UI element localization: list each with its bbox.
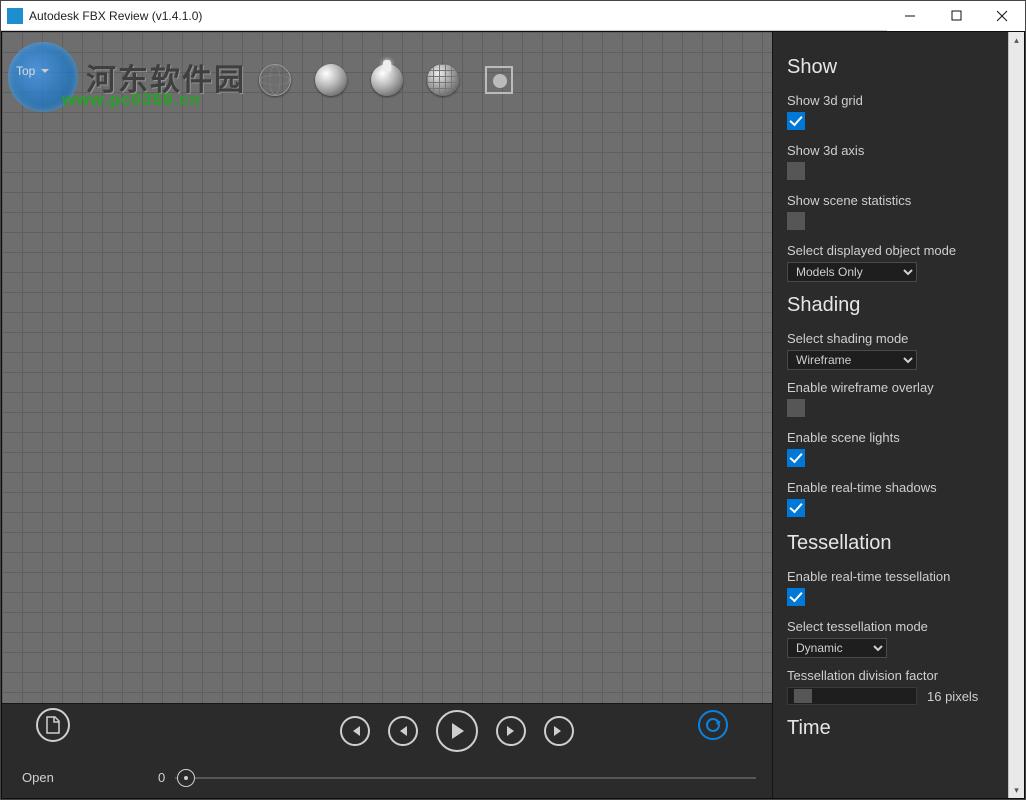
client-area: 河东软件园 www.pc0359.cn Top bbox=[1, 31, 1025, 799]
realtime-shadows-label: Enable real-time shadows bbox=[787, 480, 994, 495]
titlebar[interactable]: Autodesk FBX Review (v1.4.1.0) bbox=[1, 1, 1025, 31]
enable-tessellation-label: Enable real-time tessellation bbox=[787, 569, 994, 584]
bottom-bar: Open 0 bbox=[2, 703, 772, 798]
section-title-tessellation: Tessellation bbox=[787, 532, 994, 555]
slider-thumb[interactable] bbox=[794, 689, 812, 703]
show-scene-stats-checkbox[interactable] bbox=[787, 212, 805, 230]
show-scene-stats-label: Show scene statistics bbox=[787, 193, 994, 208]
textured-sphere-icon bbox=[427, 64, 459, 96]
shaded-mode-button[interactable] bbox=[313, 62, 349, 98]
transport-controls bbox=[2, 704, 772, 757]
shaded-sphere-icon bbox=[315, 64, 347, 96]
tessellation-factor-label: Tessellation division factor bbox=[787, 668, 994, 683]
minimize-button[interactable] bbox=[887, 1, 933, 31]
textured-mode-button[interactable] bbox=[425, 62, 461, 98]
window-title: Autodesk FBX Review (v1.4.1.0) bbox=[29, 9, 887, 23]
tessellation-factor-value: 16 pixels bbox=[927, 689, 978, 704]
show-3d-grid-label: Show 3d grid bbox=[787, 93, 994, 108]
wireframe-sphere-icon bbox=[259, 64, 291, 96]
tessellation-mode-label: Select tessellation mode bbox=[787, 619, 994, 634]
tessellation-mode-select[interactable]: Dynamic bbox=[787, 638, 887, 658]
timeline-playhead[interactable] bbox=[177, 769, 195, 787]
show-3d-axis-label: Show 3d axis bbox=[787, 143, 994, 158]
viewport-3d[interactable]: 河东软件园 www.pc0359.cn Top bbox=[2, 32, 772, 703]
next-frame-button[interactable] bbox=[496, 716, 526, 746]
scene-lights-label: Enable scene lights bbox=[787, 430, 994, 445]
loop-button[interactable] bbox=[698, 710, 728, 740]
focus-button[interactable] bbox=[481, 62, 517, 98]
scroll-up-icon[interactable]: ▴ bbox=[1009, 32, 1025, 48]
file-icon bbox=[45, 716, 61, 734]
maximize-button[interactable] bbox=[933, 1, 979, 31]
show-3d-axis-checkbox[interactable] bbox=[787, 162, 805, 180]
last-frame-button[interactable] bbox=[544, 716, 574, 746]
lit-sphere-icon bbox=[371, 64, 403, 96]
tessellation-factor-slider[interactable] bbox=[787, 687, 917, 705]
scroll-down-icon[interactable]: ▾ bbox=[1009, 782, 1025, 798]
section-title-shading: Shading bbox=[787, 294, 994, 317]
focus-icon bbox=[485, 66, 513, 94]
prev-frame-button[interactable] bbox=[388, 716, 418, 746]
show-3d-grid-checkbox[interactable] bbox=[787, 112, 805, 130]
app-icon bbox=[7, 8, 23, 24]
lit-mode-button[interactable] bbox=[369, 62, 405, 98]
open-file-button[interactable] bbox=[36, 708, 70, 742]
object-mode-select[interactable]: Models Only bbox=[787, 262, 917, 282]
wireframe-overlay-checkbox[interactable] bbox=[787, 399, 805, 417]
shading-mode-select[interactable]: Wireframe bbox=[787, 350, 917, 370]
first-frame-button[interactable] bbox=[340, 716, 370, 746]
realtime-shadows-checkbox[interactable] bbox=[787, 499, 805, 517]
loop-icon bbox=[704, 716, 722, 734]
timeline-row: Open 0 bbox=[2, 757, 772, 798]
play-button[interactable] bbox=[436, 710, 478, 752]
shading-toolbar bbox=[2, 62, 772, 98]
scene-lights-checkbox[interactable] bbox=[787, 449, 805, 467]
enable-tessellation-checkbox[interactable] bbox=[787, 588, 805, 606]
content-area: 河东软件园 www.pc0359.cn Top bbox=[2, 32, 772, 798]
close-button[interactable] bbox=[979, 1, 1025, 31]
wireframe-mode-button[interactable] bbox=[257, 62, 293, 98]
settings-panel[interactable]: Show Show 3d grid Show 3d axis Show scen… bbox=[772, 32, 1008, 798]
section-title-time: Time bbox=[787, 717, 994, 740]
shading-mode-label: Select shading mode bbox=[787, 331, 994, 346]
open-label[interactable]: Open bbox=[22, 770, 98, 785]
timeline-track[interactable] bbox=[175, 777, 756, 779]
current-frame: 0 bbox=[158, 770, 165, 785]
app-window: Autodesk FBX Review (v1.4.1.0) 河东软件园 www… bbox=[0, 0, 1026, 800]
object-mode-label: Select displayed object mode bbox=[787, 243, 994, 258]
section-title-show: Show bbox=[787, 56, 994, 79]
vertical-scrollbar[interactable]: ▴ ▾ bbox=[1008, 32, 1024, 798]
wireframe-overlay-label: Enable wireframe overlay bbox=[787, 380, 994, 395]
grid-background bbox=[2, 32, 772, 703]
